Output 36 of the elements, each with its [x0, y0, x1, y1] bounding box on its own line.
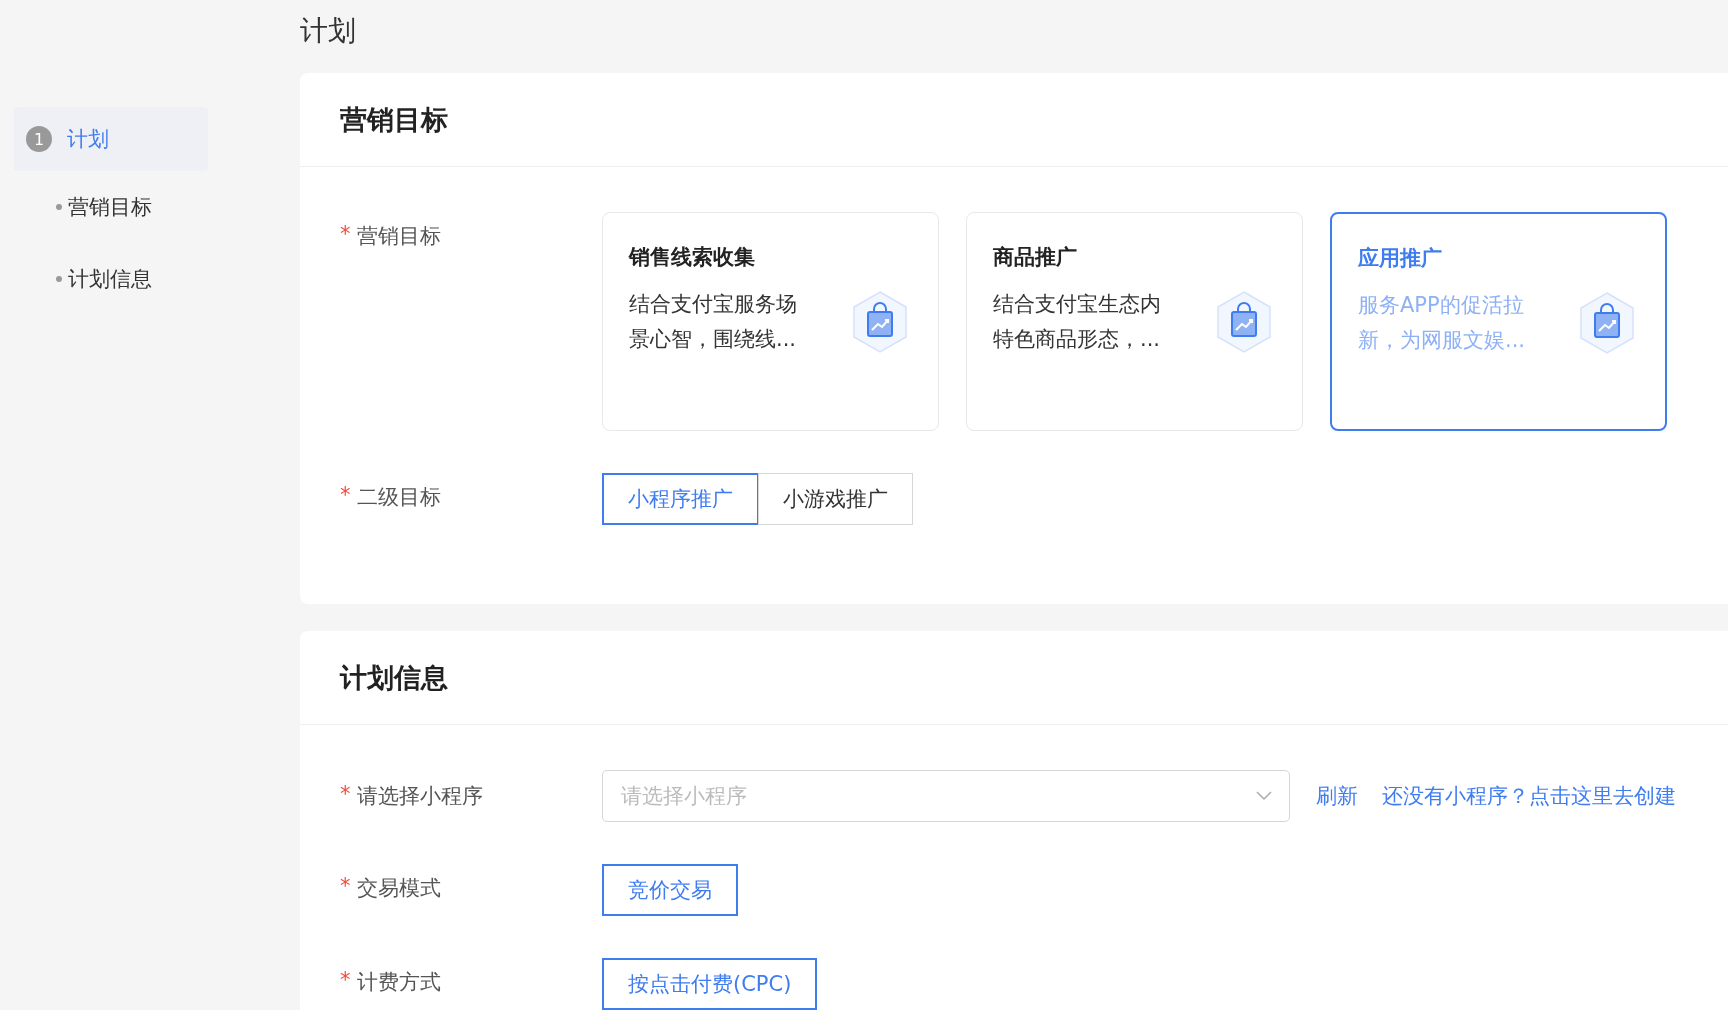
- card-description: 结合支付宝生态内特色商品形态，...: [993, 291, 1162, 353]
- card-title: 商品推广: [993, 244, 1078, 271]
- option-button[interactable]: 竞价交易: [602, 864, 738, 916]
- option-button[interactable]: 按点击付费(CPC): [602, 958, 818, 1010]
- link[interactable]: 刷新: [1316, 784, 1358, 808]
- sidebar-subitem[interactable]: 计划信息: [68, 265, 152, 293]
- select-field[interactable]: 请选择小程序: [602, 770, 1290, 822]
- section-title: 营销目标: [340, 102, 448, 137]
- field-label: 交易模式: [356, 875, 441, 902]
- field-label: 营销目标: [356, 223, 441, 250]
- field-label: 二级目标: [356, 484, 441, 511]
- goal-card[interactable]: 应用推广 服务APP的促活拉新，为网服文娱...: [1330, 212, 1667, 431]
- card-description: 服务APP的促活拉新，为网服文娱...: [1358, 292, 1527, 354]
- goal-card[interactable]: 商品推广 结合支付宝生态内特色商品形态，...: [966, 212, 1303, 431]
- required-asterisk: *: [340, 222, 351, 248]
- card-description: 结合支付宝服务场景心智，围绕线...: [629, 291, 798, 353]
- section-title: 计划信息: [340, 660, 448, 695]
- bullet-icon: [56, 276, 62, 282]
- step-number: 1: [26, 126, 52, 152]
- required-asterisk: *: [340, 483, 351, 509]
- card-title: 销售线索收集: [629, 244, 756, 271]
- field-label: 计费方式: [356, 969, 441, 996]
- required-asterisk: *: [340, 968, 351, 994]
- page-title: 计划: [300, 13, 357, 49]
- goal-card[interactable]: 销售线索收集 结合支付宝服务场景心智，围绕线...: [602, 212, 939, 431]
- sidebar-subitem[interactable]: 营销目标: [68, 193, 152, 221]
- link[interactable]: 还没有小程序？点击这里去创建: [1382, 784, 1676, 808]
- bullet-icon: [56, 204, 62, 210]
- card-title: 应用推广: [1358, 245, 1443, 272]
- step-item[interactable]: 1 计划: [14, 107, 208, 171]
- option-button[interactable]: 小程序推广: [602, 473, 759, 525]
- required-asterisk: *: [340, 874, 351, 900]
- field-label: 请选择小程序: [356, 783, 483, 810]
- option-button[interactable]: 小游戏推广: [758, 473, 913, 525]
- required-asterisk: *: [340, 782, 351, 808]
- chevron-down-icon: [1256, 791, 1272, 801]
